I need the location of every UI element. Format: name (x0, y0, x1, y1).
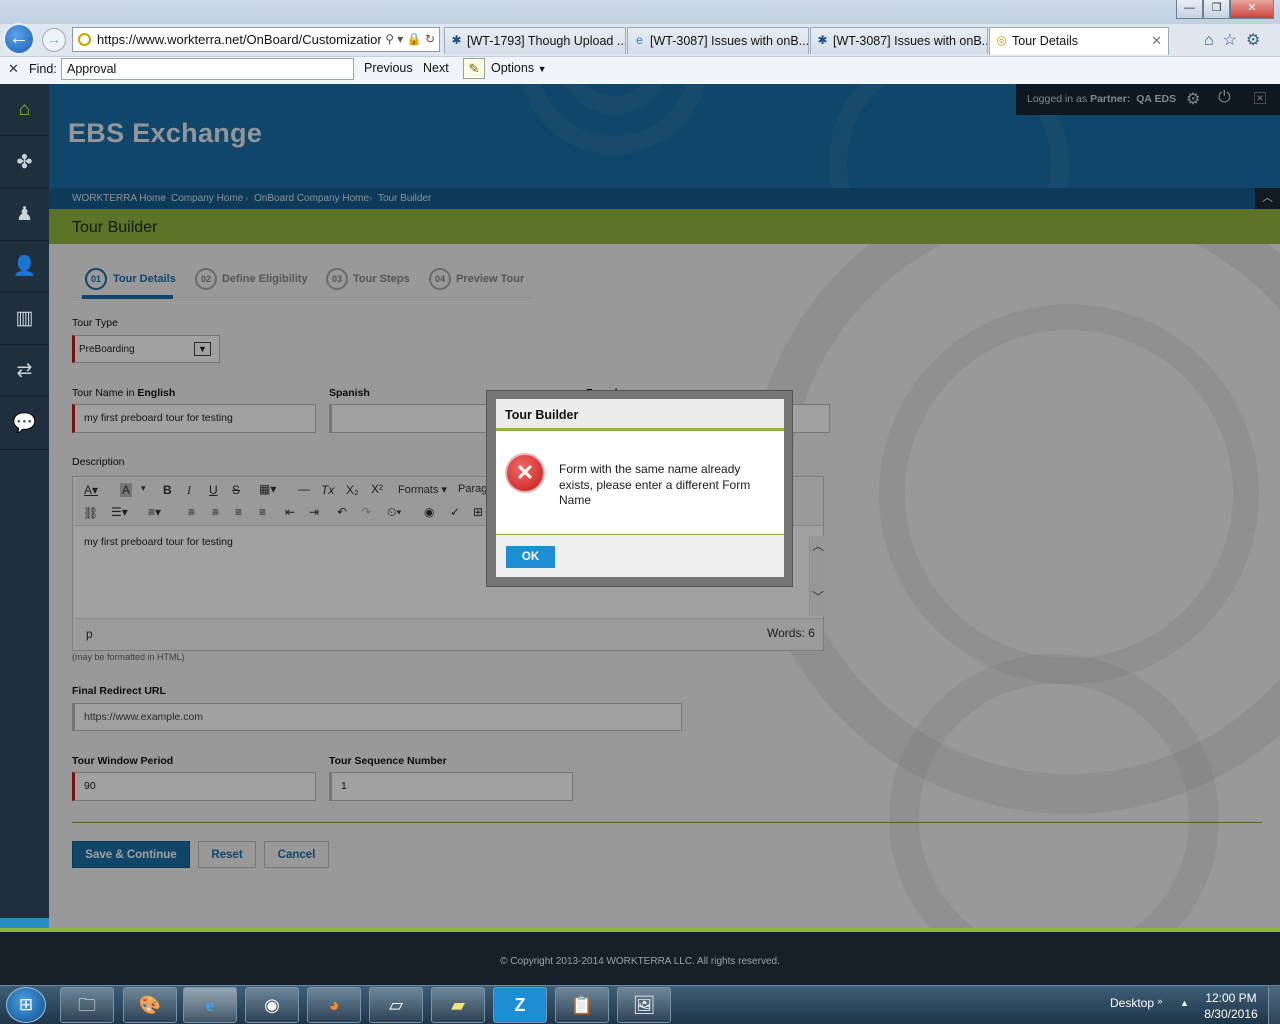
browser-nav-icons: ⌂☆⚙ (1204, 30, 1269, 50)
desktop-toolbar[interactable]: Desktop » (1110, 996, 1162, 1010)
back-arrow-icon: ← (9, 27, 29, 49)
restore-button[interactable]: ❐ (1203, 0, 1230, 19)
settings-gear-icon[interactable]: ⚙ (1246, 32, 1269, 49)
jira-icon: ✱ (817, 33, 828, 47)
show-desktop-button[interactable] (1268, 987, 1280, 1024)
firefox-icon[interactable]: ◕ (307, 987, 361, 1023)
sidebar-transfer-icon[interactable]: ⇄ (0, 345, 49, 397)
picture-viewer-icon[interactable]: 🖼 (617, 987, 671, 1023)
internet-explorer-icon[interactable]: e (183, 987, 237, 1023)
ok-button[interactable]: OK (506, 546, 555, 568)
minimize-button[interactable]: — (1176, 0, 1203, 19)
explorer-folder-icon[interactable]: 🗀 (60, 987, 114, 1023)
paint-icon[interactable]: 🎨 (123, 987, 177, 1023)
site-favicon-icon (78, 33, 91, 46)
tab-wt-3087-a[interactable]: e [WT-3087] Issues with onB... (627, 27, 809, 54)
error-icon: ✕ (505, 453, 545, 493)
sidebar-user-icon[interactable]: 👤 (0, 241, 49, 293)
back-button[interactable]: ← (3, 23, 35, 55)
tab-label: [WT-1793] Though Upload ... (467, 34, 626, 48)
dialog-message: Form with the same name already exists, … (559, 462, 751, 507)
notepad-icon[interactable]: ▱ (369, 987, 423, 1023)
tab-label: [WT-3087] Issues with onB... (833, 34, 988, 48)
find-options-label: Options (491, 61, 535, 75)
dropdown-arrow-icon: ▼ (537, 64, 547, 74)
tab-label: Tour Details (1012, 34, 1078, 48)
chevrons-icon: » (1157, 996, 1163, 1006)
address-text: https://www.workterra.net/OnBoard/Custom… (97, 32, 382, 47)
z-app-icon[interactable]: Z (493, 987, 547, 1023)
chrome-icon[interactable]: ◉ (245, 987, 299, 1023)
tab-wt-3087-b[interactable]: ✱ [WT-3087] Issues with onB... (810, 27, 988, 54)
forward-arrow-icon: → (47, 31, 61, 47)
dialog-title: Tour Builder (505, 408, 579, 422)
find-options-button[interactable]: Options ▼ (491, 61, 547, 75)
tab-wt-1793[interactable]: ✱ [WT-1793] Though Upload ... (444, 27, 626, 54)
sidebar-home-icon[interactable]: ⌂ (0, 84, 49, 136)
tab-tour-details[interactable]: ◎ Tour Details ✕ (989, 27, 1169, 55)
window-titlebar (0, 0, 1280, 24)
jira-icon: ✱ (451, 33, 462, 47)
clock[interactable]: 12:00 PM 8/30/2016 (1196, 990, 1266, 1022)
clipboard-icon[interactable]: 📋 (555, 987, 609, 1023)
close-window-button[interactable]: ✕ (1230, 0, 1274, 19)
sticky-notes-icon[interactable]: ▰ (431, 987, 485, 1023)
start-button-windows-icon[interactable]: ⊞ (6, 987, 46, 1023)
site-icon: ◎ (996, 33, 1007, 47)
find-input[interactable]: Approval (61, 58, 354, 80)
find-next-button[interactable]: Next (423, 61, 449, 75)
find-label: Find: (29, 62, 57, 76)
sidebar-chart-icon[interactable]: ▥ (0, 293, 49, 345)
tray-arrow-icon[interactable]: ▲ (1180, 998, 1189, 1008)
sidebar-puzzle-icon[interactable]: ✤ (0, 137, 49, 189)
pencil-icon[interactable]: ✎ (463, 58, 485, 79)
find-previous-button[interactable]: Previous (364, 61, 413, 75)
favorites-star-icon[interactable]: ☆ (1223, 32, 1246, 49)
copyright-text: © Copyright 2013-2014 WORKTERRA LLC. All… (500, 956, 780, 967)
clock-date: 8/30/2016 (1204, 1007, 1258, 1021)
sidebar-user-settings-icon[interactable]: ♟ (0, 189, 49, 241)
sidebar-chat-icon[interactable]: 💬 (0, 398, 49, 450)
forward-button[interactable]: → (42, 28, 66, 52)
address-tools-icons[interactable]: ⚲ ▾ 🔒 ↻ (381, 28, 435, 51)
find-close-icon[interactable]: ✕ (8, 61, 19, 77)
desktop-label: Desktop (1110, 996, 1155, 1010)
address-bar[interactable]: https://www.workterra.net/OnBoard/Custom… (72, 27, 440, 52)
close-tab-icon[interactable]: ✕ (1151, 28, 1162, 54)
clock-time: 12:00 PM (1205, 991, 1257, 1005)
ie-icon: e (636, 33, 643, 47)
home-icon[interactable]: ⌂ (1204, 32, 1223, 49)
tab-label: [WT-3087] Issues with onB... (650, 34, 809, 48)
